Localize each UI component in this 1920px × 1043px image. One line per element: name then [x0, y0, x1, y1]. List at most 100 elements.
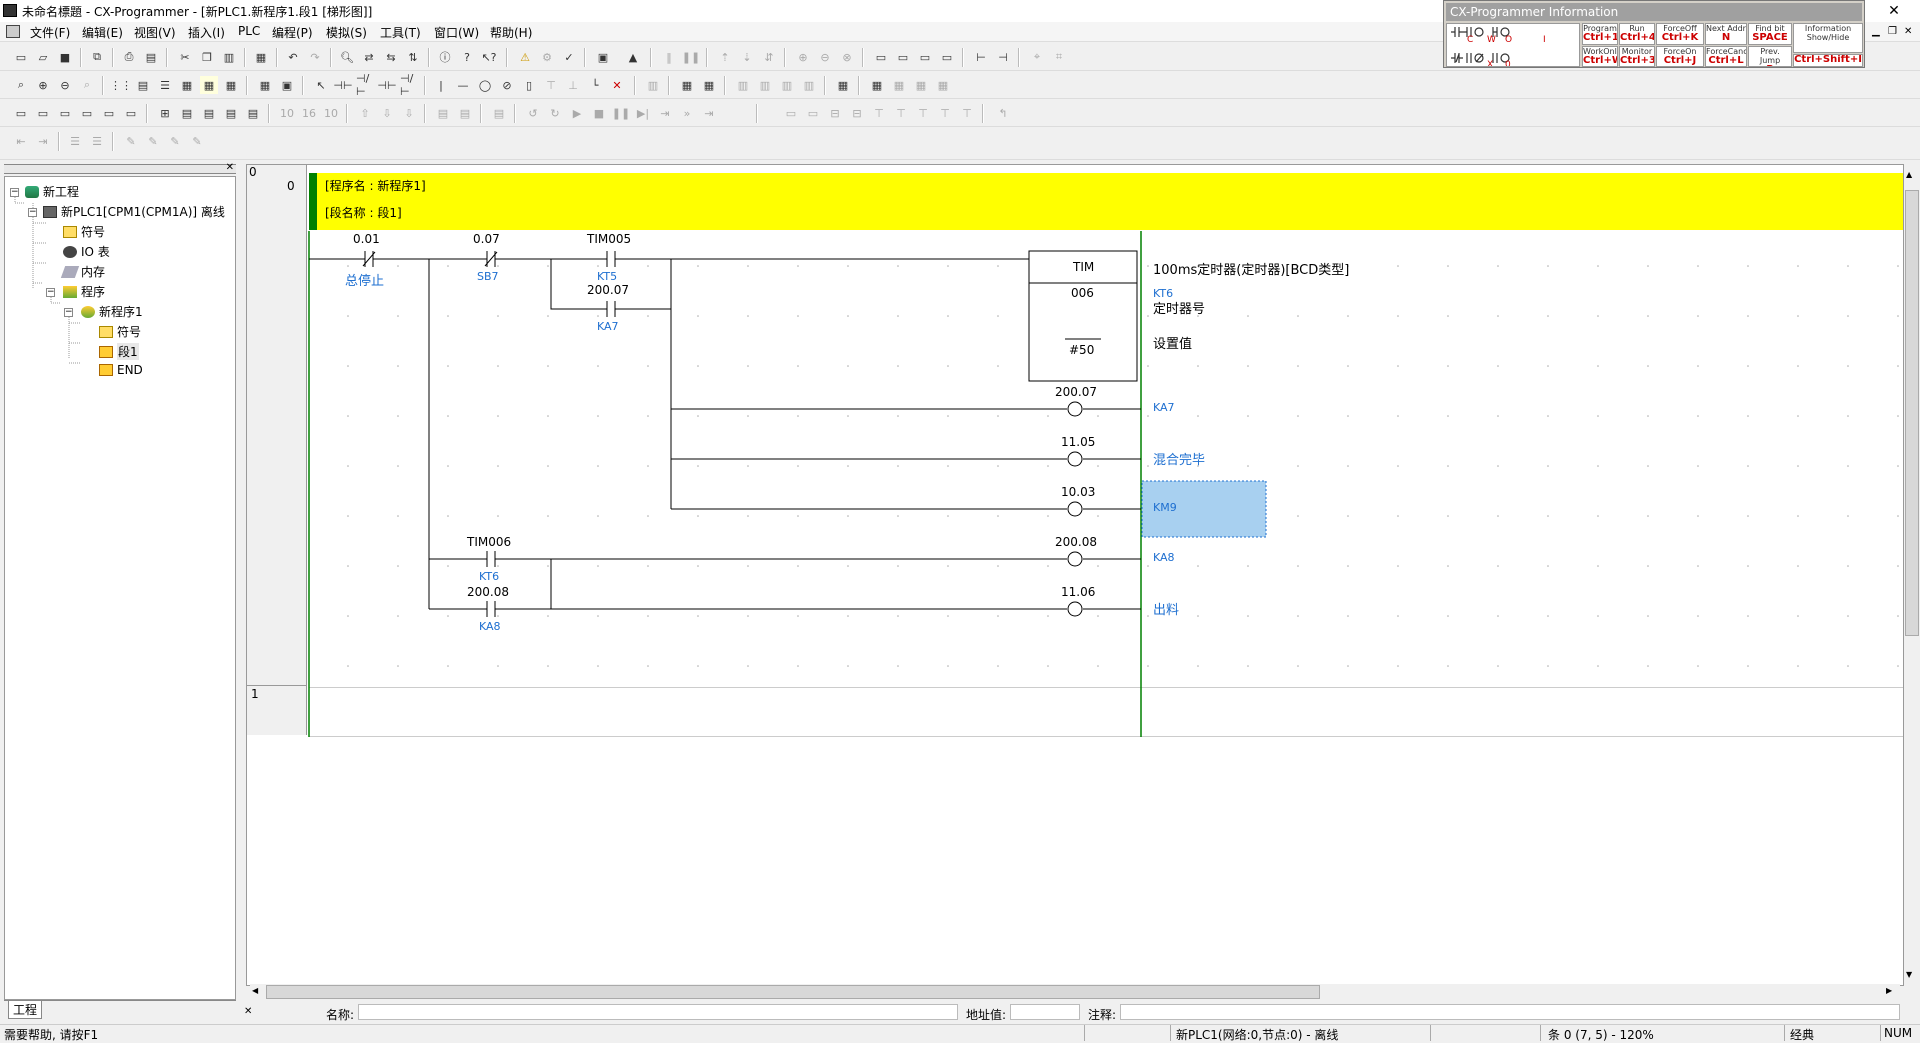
pt-nc-icon[interactable]: ⊥ [564, 76, 582, 94]
error-log-icon[interactable]: ▦ [912, 76, 930, 94]
indent-icon[interactable]: ⇤ [12, 132, 30, 150]
online-icon[interactable]: ▥ [644, 76, 662, 94]
close-pane-icon[interactable]: ✕ [226, 162, 234, 173]
uncomment-block-icon[interactable]: ☰ [88, 132, 106, 150]
force-cancel-icon[interactable]: ⊗ [838, 48, 856, 66]
smart-input-icon[interactable]: ✎ [122, 132, 140, 150]
menu-help[interactable]: 帮助(H) [490, 24, 532, 41]
info-prev-jump[interactable]: Prev. JumpB [1748, 46, 1792, 67]
settings-window-icon[interactable]: ▭ [100, 104, 118, 122]
scroll-left-icon[interactable]: ◀ [252, 986, 258, 995]
contact-no-icon[interactable]: ⊣⊢ [333, 76, 352, 94]
address-field[interactable] [1010, 1004, 1080, 1020]
horizontal-line-icon[interactable]: — [454, 76, 472, 94]
horizontal-scrollbar[interactable]: ◀ ▶ [250, 984, 1900, 1000]
trace-start-icon[interactable]: ⊟ [826, 104, 844, 122]
smart-input-3-icon[interactable]: ✎ [166, 132, 184, 150]
tree-item-symbols[interactable]: 符号 [63, 223, 105, 240]
info-work-online[interactable]: WorkOnlineCtrl+W [1582, 46, 1618, 67]
trace-stop-icon[interactable]: ⊟ [848, 104, 866, 122]
contact-tim006-comment[interactable]: KT6 [479, 570, 499, 583]
scroll-down-icon[interactable]: ▼ [1906, 970, 1912, 979]
expand-programs-icon[interactable]: − [46, 288, 55, 297]
work-online-icon[interactable]: ▦ [700, 76, 718, 94]
structured-text-icon[interactable]: ▤ [222, 104, 240, 122]
rung-comments-icon[interactable]: ☰ [156, 76, 174, 94]
menu-window[interactable]: 窗口(W) [434, 24, 479, 41]
save-icon[interactable]: ■ [56, 48, 74, 66]
menu-insert[interactable]: 插入(I) [188, 24, 225, 41]
clock-icon[interactable]: ▦ [934, 76, 952, 94]
tree-grip[interactable]: ✕ [4, 162, 236, 174]
online-mode-icon[interactable]: ▤ [434, 104, 452, 122]
symbol-window-icon[interactable]: ▭ [34, 104, 52, 122]
pt-icon[interactable]: ⊤ [542, 76, 560, 94]
tree-item-programs[interactable]: 程序 [63, 283, 105, 300]
contact-nc-icon[interactable]: ⊣/⊢ [356, 72, 374, 98]
data-trace-icon[interactable]: ▭ [894, 48, 912, 66]
watch-window-icon[interactable]: ▦ [222, 76, 240, 94]
download-icon[interactable]: ⇣ [738, 48, 756, 66]
menu-edit[interactable]: 编辑(E) [82, 24, 123, 41]
contact-tim006-address[interactable]: TIM006 [467, 535, 511, 549]
contact-200-07-address[interactable]: 200.07 [587, 283, 629, 297]
sim-icon[interactable]: ⊢ [972, 48, 990, 66]
coil-200-08-address[interactable]: 200.08 [1055, 535, 1097, 549]
toggle-icon-3[interactable]: ▥ [778, 76, 796, 94]
trigger-icon[interactable]: ⊤ [870, 104, 888, 122]
io-window-icon[interactable]: ▭ [56, 104, 74, 122]
smart-input-2-icon[interactable]: ✎ [144, 132, 162, 150]
trigger-3-icon[interactable]: ⊤ [914, 104, 932, 122]
pause-icon[interactable]: ❚❚ [682, 48, 700, 66]
timer-setting[interactable]: #50 [1069, 343, 1094, 357]
coil-200-08-comment[interactable]: KA8 [1153, 551, 1175, 564]
tree-item-io-table[interactable]: IO 表 [63, 243, 110, 260]
contact-0-01-comment[interactable]: 总停止 [345, 270, 384, 289]
breakpoint-clear-icon[interactable]: ▭ [804, 104, 822, 122]
coil-200-07-address[interactable]: 200.07 [1055, 385, 1097, 399]
coil-10-03-address[interactable]: 10.03 [1061, 485, 1095, 499]
comment-block-icon[interactable]: ☰ [66, 132, 84, 150]
info-force-off[interactable]: ForceOff Ctrl+K [1656, 23, 1704, 45]
toggle-icon-4[interactable]: ▥ [800, 76, 818, 94]
address-bin-icon[interactable]: 10 [322, 104, 340, 122]
redo-icon[interactable]: ↷ [306, 48, 324, 66]
zoom-out-icon[interactable]: ⊖ [56, 76, 74, 94]
help-icon[interactable]: ? [458, 48, 476, 66]
monitor-icon[interactable]: ▭ [872, 48, 890, 66]
io-table-view-icon[interactable]: ▦ [834, 76, 852, 94]
memory-card-icon[interactable]: ▭ [938, 48, 956, 66]
move-up-icon[interactable]: ⇧ [356, 104, 374, 122]
name-field[interactable] [358, 1004, 958, 1020]
tree-item-program-symbols[interactable]: 符号 [99, 323, 141, 340]
move-down-icon[interactable]: ⇩ [378, 104, 396, 122]
info-force-cancel[interactable]: ForceCancelCtrl+L [1705, 46, 1747, 67]
line-connect-icon[interactable]: └ [586, 76, 604, 94]
close-window-button[interactable]: ✕ [1874, 0, 1914, 22]
vertical-scroll-thumb[interactable] [1905, 190, 1919, 636]
mnemonic-view-icon[interactable]: ▦ [200, 76, 218, 94]
outdent-icon[interactable]: ⇥ [34, 132, 52, 150]
coil-11-05-comment[interactable]: 混合完毕 [1153, 449, 1205, 468]
replace-icon[interactable]: ⇄ [360, 48, 378, 66]
copy-icon[interactable]: ❐ [198, 48, 216, 66]
document-icon[interactable] [6, 25, 20, 38]
mdi-close-icon[interactable]: ✕ [1904, 26, 1912, 37]
contact-0-07-comment[interactable]: SB7 [477, 270, 499, 283]
stack-icon[interactable]: ▦ [678, 76, 696, 94]
contact-200-07-comment[interactable]: KA7 [597, 320, 619, 333]
step-icon[interactable]: ‖ [660, 48, 678, 66]
tree-item-project[interactable]: 新工程 [25, 183, 79, 200]
output-window-icon[interactable]: ▦ [256, 76, 274, 94]
undo-icon[interactable]: ↶ [284, 48, 302, 66]
tree-item-plc[interactable]: 新PLC1[CPM1(CPM1A)] 离线 [43, 203, 225, 220]
horizontal-scroll-thumb[interactable] [266, 985, 1320, 999]
timer-number[interactable]: 006 [1071, 286, 1094, 300]
address-reference-icon[interactable]: ⇅ [404, 48, 422, 66]
coil-11-06-address[interactable]: 11.06 [1061, 585, 1095, 599]
online-edit-icon[interactable]: ▣ [594, 48, 612, 66]
sim-step-in-icon[interactable]: ▶| [634, 104, 652, 122]
expand-project-icon[interactable]: − [10, 188, 19, 197]
coil-icon[interactable]: ◯ [476, 76, 494, 94]
tree-item-section-1[interactable]: 段1 [99, 343, 139, 360]
